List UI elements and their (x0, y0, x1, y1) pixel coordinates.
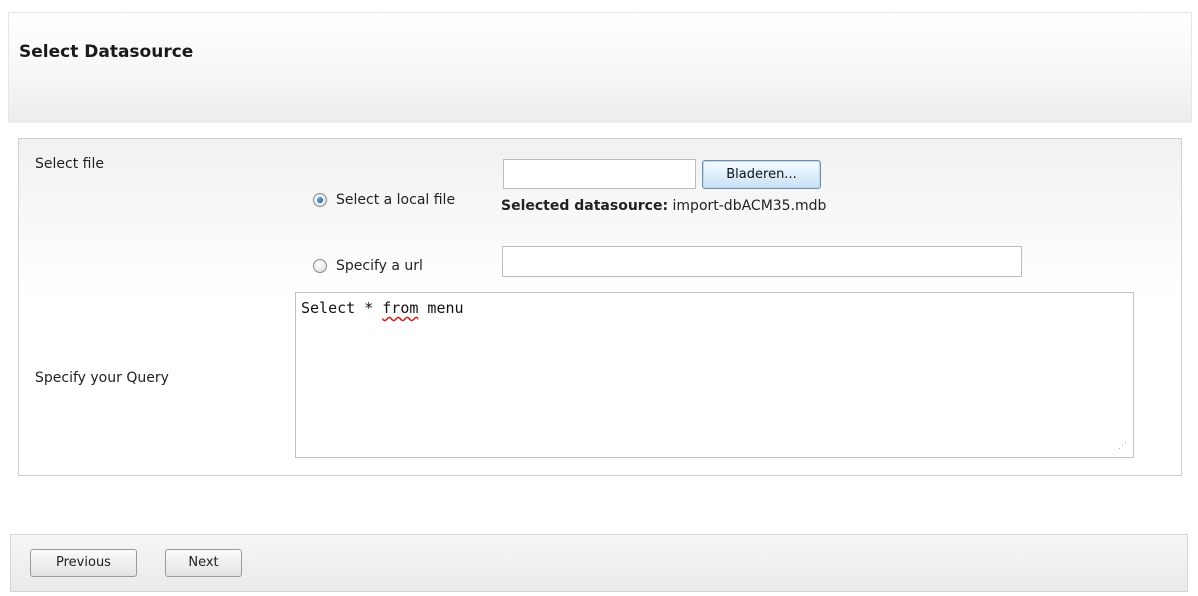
query-text-misspelled: from (382, 299, 419, 317)
selected-datasource-value: import-dbACM35.mdb (672, 198, 827, 214)
query-text-before: Select * (301, 299, 383, 317)
header-panel (8, 12, 1192, 123)
local-file-radio-label[interactable]: Select a local file (336, 192, 455, 208)
url-input[interactable] (502, 246, 1022, 277)
url-radio[interactable] (313, 259, 327, 273)
query-text-after: menu (418, 299, 464, 317)
browse-button[interactable]: Bladeren... (702, 160, 821, 189)
selected-datasource-label: Selected datasource: (501, 198, 669, 214)
resize-grip-icon[interactable]: ⋰ (1115, 440, 1127, 452)
file-path-input[interactable] (503, 159, 696, 189)
query-textarea[interactable]: Select * from menu (295, 292, 1134, 458)
select-file-label: Select file (35, 156, 104, 172)
next-button[interactable]: Next (165, 549, 242, 577)
local-file-radio[interactable] (313, 193, 327, 207)
query-label: Specify your Query (35, 370, 169, 386)
page-title: Select Datasource (19, 42, 194, 62)
previous-button[interactable]: Previous (30, 549, 137, 577)
selected-datasource-text: Selected datasource: import-dbACM35.mdb (501, 198, 826, 214)
url-radio-label[interactable]: Specify a url (336, 258, 423, 274)
